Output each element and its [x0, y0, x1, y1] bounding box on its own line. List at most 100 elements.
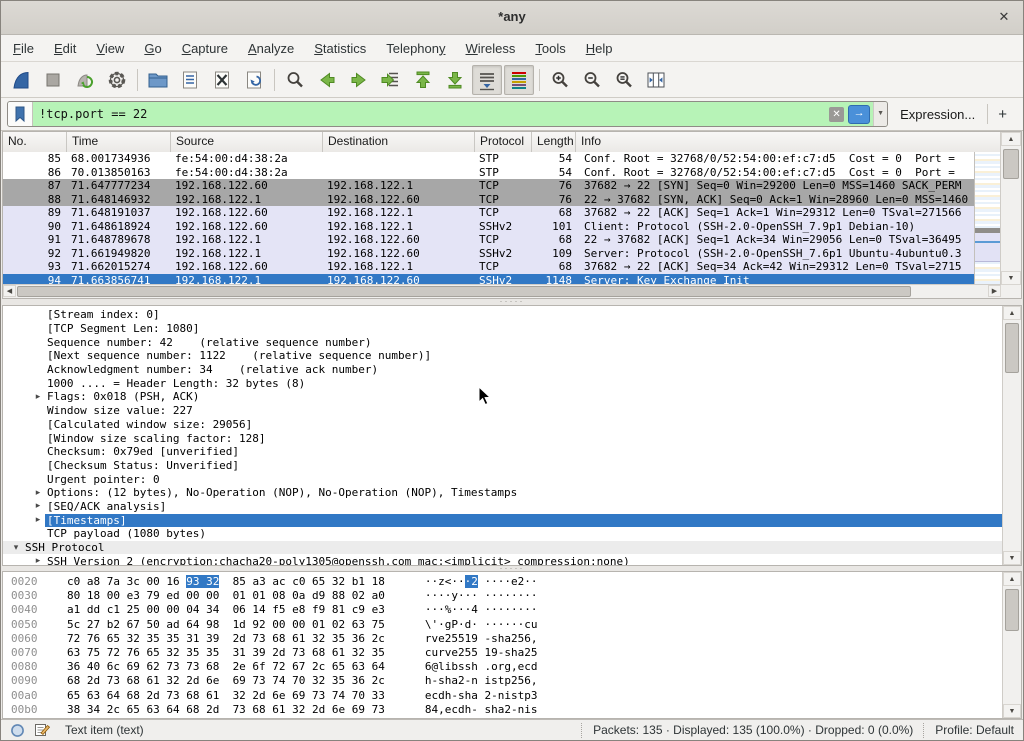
menu-go[interactable]: Go: [134, 36, 171, 61]
detail-line[interactable]: [Window size scaling factor: 128]: [3, 431, 1003, 445]
column-header-no[interactable]: No.: [3, 132, 67, 152]
chevron-down-icon[interactable]: ▼: [873, 102, 887, 126]
detail-line[interactable]: Checksum: 0x79ed [unverified]: [3, 445, 1003, 459]
hex-row[interactable]: 00b038 34 2c 65 63 64 68 2d 73 68 61 32 …: [3, 703, 1003, 717]
display-filter-combobox[interactable]: !tcp.port == 22 ✕ → ▼: [7, 101, 888, 127]
detail-line[interactable]: ▸Flags: 0x018 (PSH, ACK): [3, 390, 1003, 404]
display-filter-input[interactable]: !tcp.port == 22: [33, 107, 829, 121]
column-header-protocol[interactable]: Protocol: [475, 132, 532, 152]
detail-line[interactable]: Window size value: 227: [3, 404, 1003, 418]
auto-scroll-toggle[interactable]: [472, 65, 502, 95]
detail-line[interactable]: [Stream index: 0]: [3, 308, 1003, 322]
scroll-down-icon[interactable]: ▼: [1003, 704, 1021, 718]
menu-edit[interactable]: Edit: [44, 36, 86, 61]
hex-row[interactable]: 009068 2d 73 68 61 32 2d 6e 69 73 74 70 …: [3, 674, 1003, 688]
packet-list-hscrollbar[interactable]: ◀ ▶: [3, 284, 1001, 298]
zoom-original-button[interactable]: [609, 65, 639, 95]
filter-apply-icon[interactable]: →: [848, 105, 870, 124]
capture-options-button[interactable]: [102, 65, 132, 95]
detail-line[interactable]: TCP payload (1080 bytes): [3, 527, 1003, 541]
detail-line[interactable]: ▸SSH Version 2 (encryption:chacha20-poly…: [3, 554, 1003, 565]
hex-row[interactable]: 008036 40 6c 69 62 73 73 68 2e 6f 72 67 …: [3, 660, 1003, 674]
filter-clear-icon[interactable]: ✕: [829, 107, 844, 122]
column-header-time[interactable]: Time: [67, 132, 171, 152]
menu-help[interactable]: Help: [576, 36, 623, 61]
detail-line[interactable]: [Next sequence number: 1122 (relative se…: [3, 349, 1003, 363]
scroll-up-icon[interactable]: ▲: [1003, 572, 1021, 586]
scrollbar-thumb[interactable]: [17, 286, 911, 297]
packet-row[interactable]: 9171.648789678192.168.122.1192.168.122.6…: [3, 233, 975, 247]
expander-closed-icon[interactable]: ▸: [31, 392, 45, 402]
go-last-button[interactable]: [440, 65, 470, 95]
start-capture-button[interactable]: [6, 65, 36, 95]
reload-file-button[interactable]: [239, 65, 269, 95]
hex-row[interactable]: 0020c0 a8 7a 3c 00 16 93 32 85 a3 ac c0 …: [3, 575, 1003, 589]
scroll-up-icon[interactable]: ▲: [1003, 306, 1021, 320]
hex-row[interactable]: 00505c 27 b2 67 50 ad 64 98 1d 92 00 00 …: [3, 618, 1003, 632]
packet-row[interactable]: 9071.648618924192.168.122.60192.168.122.…: [3, 220, 975, 234]
expert-info-icon[interactable]: [10, 723, 25, 738]
scrollbar-thumb[interactable]: [1003, 149, 1019, 179]
stop-capture-button[interactable]: [38, 65, 68, 95]
column-header-source[interactable]: Source: [171, 132, 323, 152]
scroll-down-icon[interactable]: ▼: [1003, 551, 1021, 565]
packet-row[interactable]: 9371.662015274192.168.122.60192.168.122.…: [3, 260, 975, 274]
zoom-in-button[interactable]: [545, 65, 575, 95]
resize-columns-button[interactable]: [641, 65, 671, 95]
scrollbar-thumb[interactable]: [1005, 589, 1019, 631]
detail-line[interactable]: ▸[SEQ/ACK analysis]: [3, 500, 1003, 514]
close-file-button[interactable]: [207, 65, 237, 95]
scroll-left-icon[interactable]: ◀: [3, 285, 16, 297]
expander-closed-icon[interactable]: ▸: [31, 556, 45, 565]
column-header-info[interactable]: Info: [576, 132, 1021, 152]
filter-bookmark-button[interactable]: [8, 102, 33, 126]
hex-row[interactable]: 007063 75 72 76 65 32 35 35 31 39 2d 73 …: [3, 646, 1003, 660]
menu-statistics[interactable]: Statistics: [304, 36, 376, 61]
open-file-button[interactable]: [143, 65, 173, 95]
menu-capture[interactable]: Capture: [172, 36, 238, 61]
hex-row[interactable]: 006072 76 65 32 35 35 31 39 2d 73 68 61 …: [3, 632, 1003, 646]
packet-row[interactable]: 9271.661949820192.168.122.1192.168.122.6…: [3, 247, 975, 261]
scroll-right-icon[interactable]: ▶: [988, 285, 1001, 297]
scroll-up-icon[interactable]: ▲: [1001, 132, 1021, 146]
packet-row[interactable]: 8871.648146932192.168.122.1192.168.122.6…: [3, 193, 975, 207]
colorize-toggle[interactable]: [504, 65, 534, 95]
save-file-button[interactable]: [175, 65, 205, 95]
zoom-out-button[interactable]: [577, 65, 607, 95]
menu-telephony[interactable]: Telephony: [376, 36, 455, 61]
detail-line[interactable]: ▾SSH Protocol: [3, 541, 1003, 555]
packet-row[interactable]: 8670.013850163fe:54:00:d4:38:2aSTP54Conf…: [3, 166, 975, 180]
hex-row[interactable]: 003080 18 00 e3 79 ed 00 00 01 01 08 0a …: [3, 589, 1003, 603]
detail-line[interactable]: ▸[Timestamps]: [3, 513, 1003, 527]
go-back-button[interactable]: [312, 65, 342, 95]
detail-line[interactable]: Acknowledgment number: 34 (relative ack …: [3, 363, 1003, 377]
expander-closed-icon[interactable]: ▸: [31, 501, 45, 511]
detail-line[interactable]: Sequence number: 42 (relative sequence n…: [3, 335, 1003, 349]
menu-view[interactable]: View: [86, 36, 134, 61]
restart-capture-button[interactable]: [70, 65, 100, 95]
title-bar[interactable]: *any ✕: [1, 1, 1023, 35]
packet-minimap[interactable]: [974, 152, 1001, 285]
expander-closed-icon[interactable]: ▸: [31, 515, 45, 525]
packet-row[interactable]: 8971.648191037192.168.122.60192.168.122.…: [3, 206, 975, 220]
expression-button[interactable]: Expression...: [900, 107, 975, 122]
close-icon[interactable]: ✕: [995, 8, 1013, 26]
menu-wireless[interactable]: Wireless: [456, 36, 526, 61]
find-packet-button[interactable]: [280, 65, 310, 95]
add-filter-button-plus[interactable]: +: [988, 106, 1017, 123]
column-header-destination[interactable]: Destination: [323, 132, 475, 152]
detail-line[interactable]: Urgent pointer: 0: [3, 472, 1003, 486]
menu-tools[interactable]: Tools: [525, 36, 575, 61]
scroll-down-icon[interactable]: ▼: [1001, 271, 1021, 285]
packet-row[interactable]: 8568.001734936fe:54:00:d4:38:2aSTP54Conf…: [3, 152, 975, 166]
expander-closed-icon[interactable]: ▸: [31, 488, 45, 498]
detail-line[interactable]: [TCP Segment Len: 1080]: [3, 322, 1003, 336]
hex-row[interactable]: 0040a1 dd c1 25 00 00 04 34 06 14 f5 e8 …: [3, 603, 1003, 617]
bytes-vscrollbar[interactable]: ▲ ▼: [1002, 572, 1021, 718]
profile-indicator[interactable]: Profile: Default: [935, 723, 1014, 737]
capture-comment-icon[interactable]: [34, 722, 51, 738]
detail-line[interactable]: 1000 .... = Header Length: 32 bytes (8): [3, 376, 1003, 390]
go-to-packet-button[interactable]: [376, 65, 406, 95]
menu-file[interactable]: File: [3, 36, 44, 61]
go-forward-button[interactable]: [344, 65, 374, 95]
